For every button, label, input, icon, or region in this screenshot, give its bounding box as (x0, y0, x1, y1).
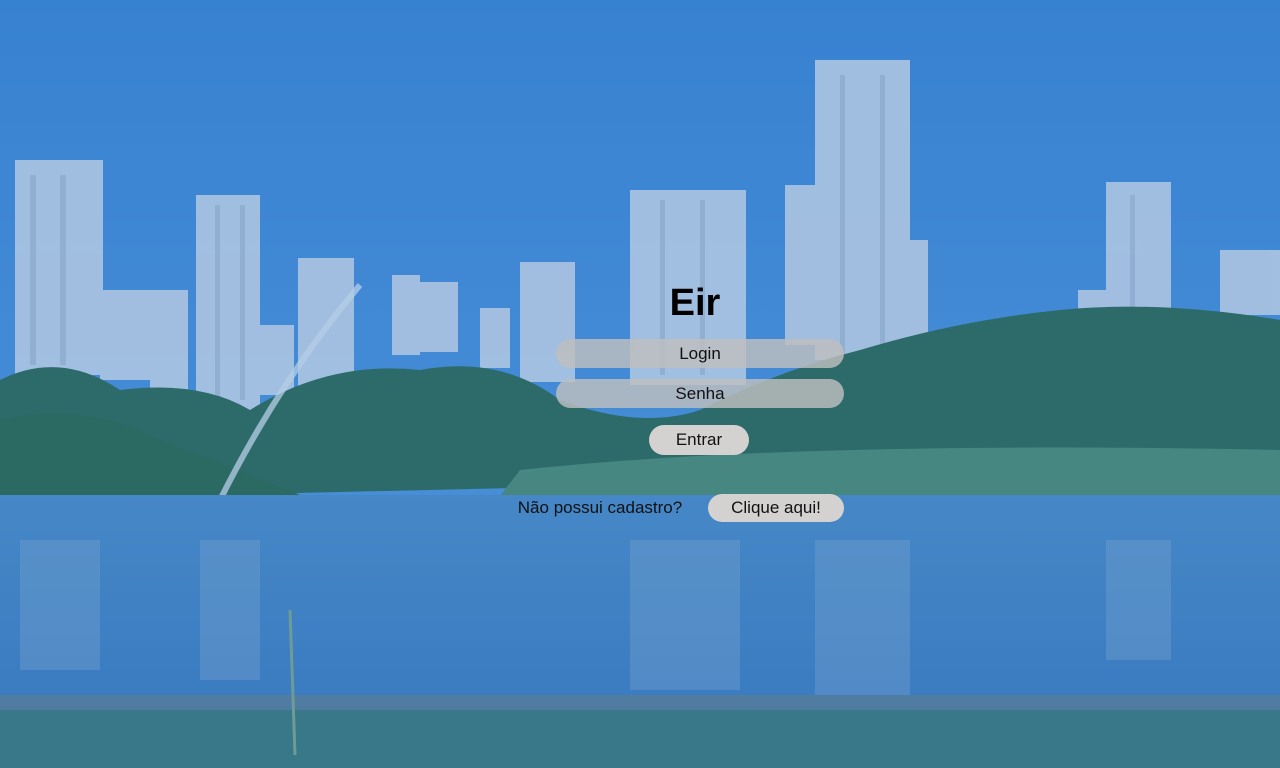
signup-button[interactable]: Clique aqui! (708, 494, 844, 522)
signup-prompt: Não possui cadastro? (517, 498, 683, 517)
login-input[interactable] (556, 339, 844, 368)
password-input[interactable] (556, 379, 844, 408)
submit-button[interactable]: Entrar (649, 425, 749, 455)
app-title: Eir (669, 282, 721, 324)
